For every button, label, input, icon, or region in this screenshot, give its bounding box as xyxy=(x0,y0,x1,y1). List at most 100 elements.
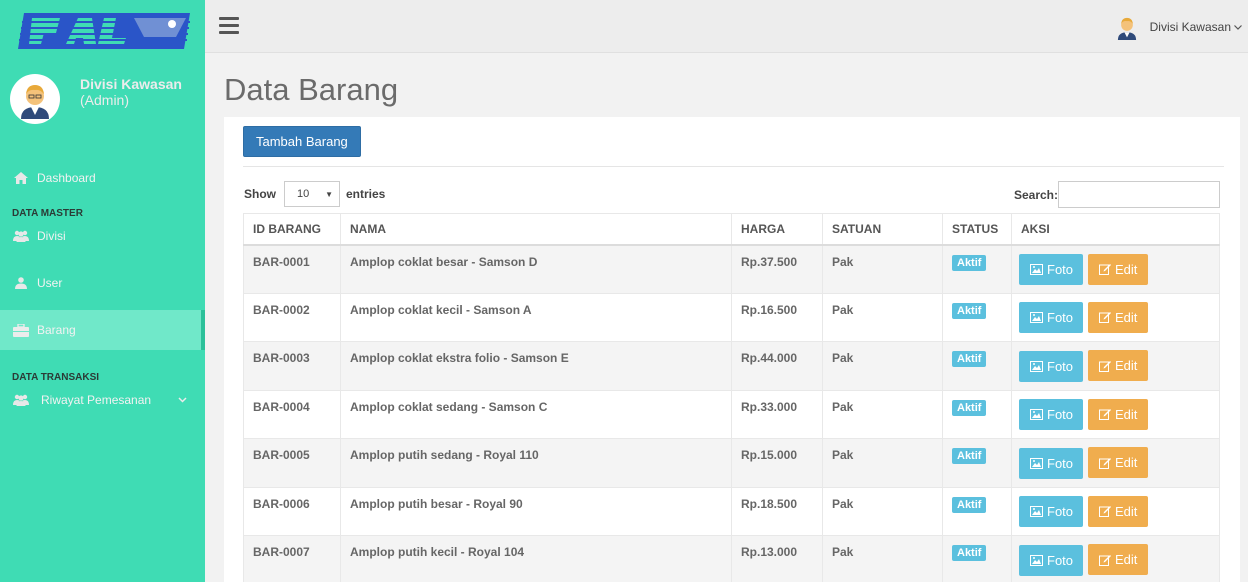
status-badge: Aktif xyxy=(952,448,987,464)
status-badge: Aktif xyxy=(952,254,987,271)
edit-button[interactable]: Edit xyxy=(1088,495,1149,527)
table-row: BAR-0007 Amplop putih kecil - Royal 104 Rp… xyxy=(243,535,1220,582)
foto-button[interactable]: Foto xyxy=(1019,350,1084,382)
cell-aksi: Foto Edit xyxy=(1011,341,1220,391)
divider xyxy=(243,166,1224,167)
top-navbar: Divisi Kawasan xyxy=(205,0,1248,53)
sidebar-item-barang[interactable]: Barang xyxy=(0,310,205,350)
image-icon xyxy=(1030,506,1043,517)
cell-nama: Amplop coklat besar - Samson D xyxy=(340,244,732,294)
status-badge: Aktif xyxy=(952,399,987,416)
foto-button[interactable]: Foto xyxy=(1019,544,1084,576)
image-icon xyxy=(1030,264,1043,275)
cell-status: Aktif xyxy=(942,438,1012,488)
column-header-aksi[interactable]: AKSI xyxy=(1011,213,1220,246)
edit-icon xyxy=(1099,554,1112,566)
user-menu-dropdown[interactable]: Divisi Kawasan xyxy=(1114,14,1242,40)
sidebar-item-riwayat-pemesanan[interactable]: Riwayat Pemesanan xyxy=(0,380,205,420)
foto-label: Foto xyxy=(1047,552,1074,568)
status-badge: Aktif xyxy=(952,545,987,561)
cell-status: Aktif xyxy=(942,292,1012,342)
cell-nama: Amplop coklat sedang - Samson C xyxy=(340,389,732,439)
cell-nama: Amplop putih kecil - Royal 104 xyxy=(340,535,732,582)
users-icon xyxy=(13,393,29,407)
page-length-select[interactable]: 10 ▼ xyxy=(284,181,340,207)
edit-icon xyxy=(1099,312,1112,323)
profile-role: (Admin) xyxy=(80,92,130,108)
app-logo[interactable] xyxy=(0,0,205,62)
cell-status: Aktif xyxy=(942,389,1012,439)
column-header-id[interactable]: ID BARANG xyxy=(243,213,341,246)
sidebar-item-user[interactable]: User xyxy=(0,263,205,303)
edit-button[interactable]: Edit xyxy=(1088,398,1149,430)
table-row: BAR-0002 Amplop coklat kecil - Samson A Rp… xyxy=(243,292,1220,342)
edit-button[interactable]: Edit xyxy=(1088,253,1149,285)
foto-button[interactable]: Foto xyxy=(1019,254,1084,285)
cell-id: BAR-0006 xyxy=(243,486,341,536)
users-icon xyxy=(13,229,29,243)
image-icon xyxy=(1030,457,1043,469)
image-icon xyxy=(1030,554,1043,566)
cell-aksi: Foto Edit xyxy=(1011,389,1220,439)
cell-status: Aktif xyxy=(942,535,1012,582)
sidebar-item-divisi[interactable]: Divisi xyxy=(0,216,205,256)
sidebar-item-label: Riwayat Pemesanan xyxy=(41,393,152,407)
edit-button[interactable]: Edit xyxy=(1088,447,1149,478)
cell-harga: Rp.18.500 xyxy=(731,486,823,536)
edit-button[interactable]: Edit xyxy=(1088,350,1149,381)
menu-toggle-icon[interactable] xyxy=(219,17,239,35)
edit-button[interactable]: Edit xyxy=(1088,301,1149,333)
entries-label: entries xyxy=(346,187,386,201)
cell-aksi: Foto Edit xyxy=(1011,438,1220,488)
edit-label: Edit xyxy=(1115,503,1138,519)
edit-label: Edit xyxy=(1115,455,1138,470)
home-icon xyxy=(13,171,29,185)
sidebar-item-dashboard[interactable]: Dashboard xyxy=(0,158,205,198)
column-header-harga[interactable]: HARGA xyxy=(731,213,823,246)
page-length-control: Show 10 ▼ entries xyxy=(244,181,385,207)
cell-harga: Rp.37.500 xyxy=(731,244,823,294)
cell-status: Aktif xyxy=(942,341,1012,391)
foto-label: Foto xyxy=(1047,310,1074,325)
status-badge: Aktif xyxy=(952,351,987,367)
add-barang-button[interactable]: Tambah Barang xyxy=(243,126,361,157)
search-label: Search: xyxy=(1013,187,1058,202)
cell-id: BAR-0004 xyxy=(243,389,341,439)
image-icon xyxy=(1030,409,1043,420)
barang-table: ID BARANG NAMA HARGA SATUAN STATUS AKSI … xyxy=(243,213,1220,582)
content-panel: Tambah Barang Show 10 ▼ entries Search: … xyxy=(224,117,1240,582)
edit-button[interactable]: Edit xyxy=(1088,544,1149,575)
edit-icon xyxy=(1099,264,1112,275)
edit-label: Edit xyxy=(1115,552,1138,567)
edit-icon xyxy=(1099,506,1112,517)
cell-nama: Amplop coklat kecil - Samson A xyxy=(340,292,732,342)
foto-button[interactable]: Foto xyxy=(1019,496,1084,527)
foto-label: Foto xyxy=(1047,455,1074,471)
foto-button[interactable]: Foto xyxy=(1019,399,1084,430)
topbar-user-name: Divisi Kawasan xyxy=(1149,20,1231,34)
foto-button[interactable]: Foto xyxy=(1019,302,1084,333)
edit-label: Edit xyxy=(1115,406,1138,422)
status-badge: Aktif xyxy=(952,496,987,513)
edit-label: Edit xyxy=(1115,358,1138,373)
sidebar-item-label: Barang xyxy=(37,323,76,337)
cell-nama: Amplop putih besar - Royal 90 xyxy=(340,486,732,536)
chevron-down-icon xyxy=(178,395,187,406)
column-header-satuan[interactable]: SATUAN xyxy=(822,213,943,246)
sidebar-item-label: Dashboard xyxy=(37,171,96,185)
column-header-nama[interactable]: NAMA xyxy=(340,213,732,246)
edit-label: Edit xyxy=(1115,309,1138,325)
edit-label: Edit xyxy=(1115,261,1138,277)
user-avatar-icon xyxy=(1117,17,1136,40)
search-input[interactable] xyxy=(1058,181,1220,208)
chevron-down-icon xyxy=(1234,22,1242,32)
cell-satuan: Pak xyxy=(822,292,943,342)
foto-button[interactable]: Foto xyxy=(1019,447,1084,479)
cell-harga: Rp.13.000 xyxy=(731,535,823,582)
cell-harga: Rp.16.500 xyxy=(731,292,823,342)
user-icon xyxy=(13,276,29,290)
column-header-status[interactable]: STATUS xyxy=(942,213,1012,246)
foto-label: Foto xyxy=(1047,262,1074,277)
cell-status: Aktif xyxy=(942,244,1012,294)
cell-harga: Rp.15.000 xyxy=(731,438,823,488)
